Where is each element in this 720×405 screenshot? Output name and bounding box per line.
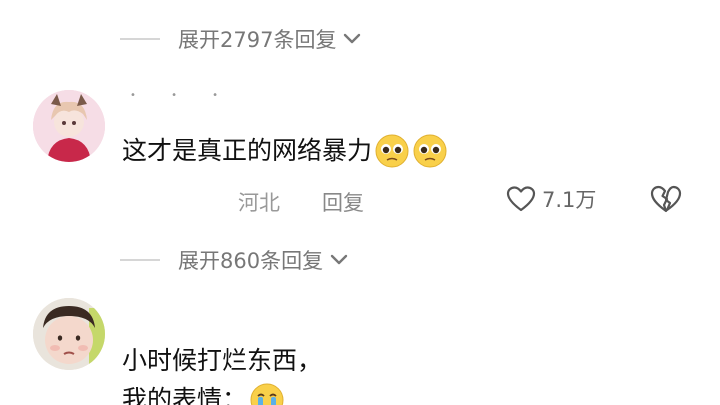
expand-replies-label: 展开2797条回复 (178, 28, 337, 52)
comment-location: 河北 (238, 191, 280, 215)
dislike-button[interactable] (650, 184, 682, 218)
avatar[interactable] (33, 298, 105, 370)
expand-replies-button[interactable]: 展开860条回复 (120, 245, 349, 275)
chevron-down-icon (342, 32, 362, 46)
heart-outline-icon (506, 186, 536, 212)
comment-body: 这才是真正的网络暴力 (122, 136, 373, 165)
avatar[interactable] (33, 90, 105, 162)
pleading-face-emoji-icon (412, 133, 448, 169)
expand-replies-button[interactable]: 展开2797条回复 (120, 24, 362, 54)
chevron-down-icon (329, 253, 349, 267)
comment-line: 小时候打烂东西， (122, 346, 323, 375)
decoration-dots: • • • (130, 90, 235, 101)
comment-line: 我的表情： (122, 384, 248, 405)
expand-replies-label: 展开860条回复 (178, 249, 324, 273)
like-button[interactable]: 7.1万 (506, 184, 596, 214)
pleading-face-emoji-icon (374, 133, 410, 169)
crying-face-emoji-icon (249, 382, 285, 405)
divider-line (120, 38, 160, 40)
like-count: 7.1万 (542, 188, 597, 212)
reply-button[interactable]: 回复 (322, 187, 364, 217)
comment-text: 小时候打烂东西， 我的表情： (122, 342, 322, 405)
divider-line (120, 259, 160, 261)
comment-text: 这才是真正的网络暴力 (122, 132, 448, 171)
broken-heart-icon (650, 185, 682, 213)
